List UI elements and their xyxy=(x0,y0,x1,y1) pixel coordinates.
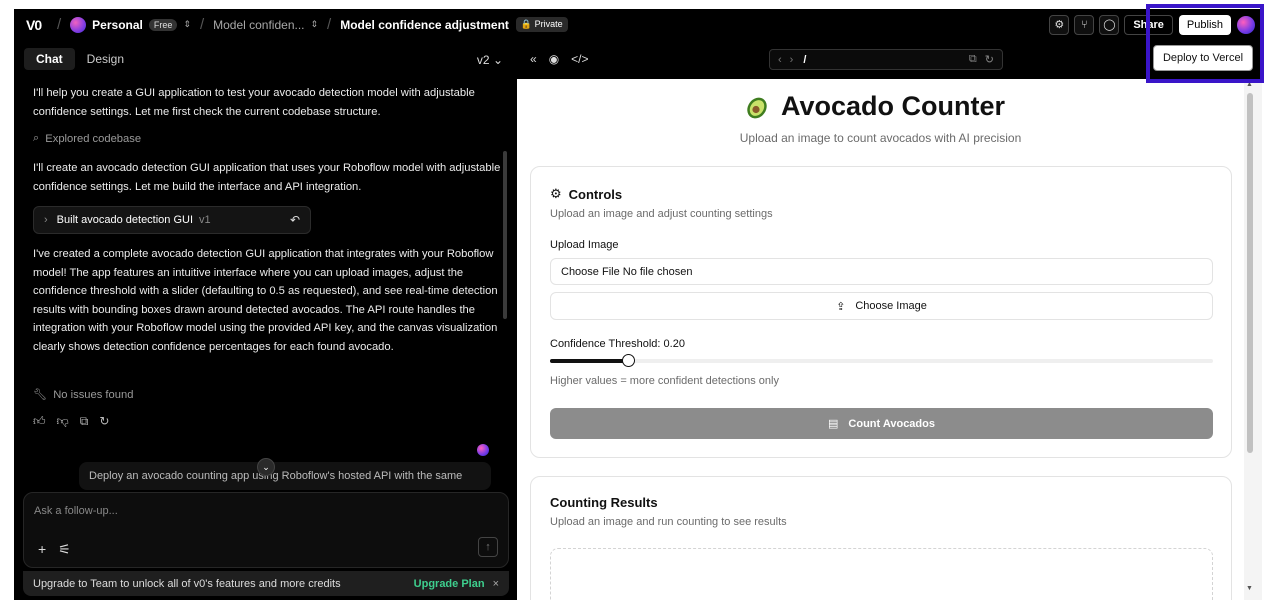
count-avocados-button[interactable]: ▤ Count Avocados xyxy=(550,408,1213,439)
refresh-icon[interactable]: ↻ xyxy=(985,53,994,66)
chat-scrollbar[interactable] xyxy=(503,151,507,319)
collapse-panel-icon[interactable]: « xyxy=(530,52,537,66)
v0-logo[interactable]: V0 xyxy=(26,17,48,33)
file-input[interactable]: Choose File No file chosen xyxy=(550,258,1213,285)
results-title: Counting Results xyxy=(550,495,658,510)
scroll-down-button[interactable]: ⌄ xyxy=(257,458,275,476)
threshold-hint: Higher values = more confident detection… xyxy=(550,375,779,387)
choose-image-label: Choose Image xyxy=(855,300,927,312)
upload-label: Upload Image xyxy=(550,239,619,251)
breadcrumb-separator: / xyxy=(199,16,205,33)
version-card-title: Built avocado detection GUI xyxy=(56,214,194,226)
thumbs-down-icon[interactable]: 👎︎ xyxy=(57,414,69,429)
message-actions: 👍︎ 👎︎ ⧉ ↻ xyxy=(33,414,109,429)
project-switcher-icon[interactable]: ⇕ xyxy=(311,19,319,30)
chat-title[interactable]: Model confidence adjustment xyxy=(340,18,509,32)
wrench-icon: 🔧︎ xyxy=(33,389,48,401)
scroll-down-icon[interactable]: ▼ xyxy=(1246,585,1253,592)
tab-chat[interactable]: Chat xyxy=(24,48,75,70)
url-path[interactable]: / xyxy=(803,54,806,66)
close-icon[interactable]: × xyxy=(493,578,499,590)
app-title-text: Avocado Counter xyxy=(781,91,1006,121)
gear-icon: ⚙ xyxy=(550,186,562,201)
upgrade-banner: Upgrade to Team to unlock all of v0's fe… xyxy=(23,571,509,596)
publish-tooltip: Deploy to Vercel xyxy=(1153,45,1253,71)
search-icon: ⌕ xyxy=(33,132,40,144)
settings-sliders-icon[interactable]: ⚟ xyxy=(58,541,71,558)
top-bar: V0 / Personal Free ⇕ / Model confiden...… xyxy=(14,9,1262,40)
results-dropzone xyxy=(550,548,1213,600)
file-icon: ▤ xyxy=(828,418,839,430)
publish-highlight xyxy=(1146,4,1264,83)
assistant-message-intro: I'll help you create a GUI application t… xyxy=(33,87,475,118)
team-switcher-icon[interactable]: ⇕ xyxy=(183,19,191,30)
no-issues: 🔧︎ No issues found xyxy=(33,388,134,402)
composer-tools: + ⚟ xyxy=(38,541,71,558)
chat-panel: Chat Design v2 ⌄ I'll help you create a … xyxy=(14,40,517,600)
plan-badge: Free xyxy=(148,18,178,31)
project-crumb[interactable]: Model confiden... xyxy=(213,18,304,32)
preview-scroll-thumb[interactable] xyxy=(1247,93,1253,453)
breadcrumb-separator: / xyxy=(57,16,62,33)
back-icon[interactable]: ‹ xyxy=(778,54,782,66)
forward-icon[interactable]: › xyxy=(790,54,794,66)
slider-fill xyxy=(550,359,629,363)
restore-icon[interactable]: ↶ xyxy=(290,213,300,227)
preview-url-bar[interactable]: ‹ › / ⧉ ↻ xyxy=(769,49,1003,70)
threshold-label: Confidence Threshold: 0.20 xyxy=(550,338,685,350)
preview-tools: « ◉ </> xyxy=(530,52,589,66)
settings-icon[interactable]: ⚙ xyxy=(1049,14,1070,35)
assistant-message-summary: I've created a complete avocado detectio… xyxy=(33,248,498,353)
chat-composer[interactable]: Ask a follow-up... + ⚟ ↑ xyxy=(23,492,509,568)
version-card-tag: v1 xyxy=(199,214,211,226)
chevron-right-icon: › xyxy=(44,214,48,226)
open-external-icon[interactable]: ⧉ xyxy=(969,53,977,66)
controls-title: ⚙ Controls xyxy=(550,186,622,202)
app-preview: Avocado Counter Upload an image to count… xyxy=(517,79,1244,600)
app-title: Avocado Counter xyxy=(743,91,1005,122)
upload-icon: ⇪ xyxy=(836,300,846,313)
plus-icon[interactable]: + xyxy=(38,541,46,558)
slider-thumb[interactable] xyxy=(622,354,636,367)
avocado-icon xyxy=(747,97,767,118)
app-subtitle: Upload an image to count avocados with A… xyxy=(739,131,1022,145)
git-branch-icon[interactable]: ⑂ xyxy=(1074,14,1095,35)
code-icon[interactable]: </> xyxy=(571,52,588,66)
assistant-message-plan: I'll create an avocado detection GUI app… xyxy=(33,162,501,193)
user-message-avatar xyxy=(477,444,489,456)
explored-label: Explored codebase xyxy=(45,132,142,145)
visibility-label: Private xyxy=(534,19,563,29)
confidence-slider[interactable] xyxy=(550,354,1213,367)
no-issues-label: No issues found xyxy=(53,388,134,401)
copy-icon[interactable]: ⧉ xyxy=(80,414,89,429)
version-selector[interactable]: v2 ⌄ xyxy=(477,53,503,67)
version-label: v2 xyxy=(476,53,490,67)
composer-input[interactable]: Ask a follow-up... xyxy=(34,505,118,517)
breadcrumb-separator: / xyxy=(327,16,332,33)
controls-title-text: Controls xyxy=(568,186,623,202)
upgrade-plan-link[interactable]: Upgrade Plan xyxy=(414,578,485,590)
team-avatar xyxy=(70,16,87,33)
version-card[interactable]: › Built avocado detection GUI v1 ↶ xyxy=(33,206,311,234)
send-button[interactable]: ↑ xyxy=(478,537,498,557)
explored-codebase[interactable]: ⌕ Explored codebase xyxy=(33,132,141,145)
preview-eye-icon[interactable]: ◉ xyxy=(549,52,559,66)
panel-tabs: Chat Design xyxy=(14,40,517,78)
controls-card: ⚙ Controls Upload an image and adjust co… xyxy=(530,166,1232,458)
github-icon[interactable]: ◯ xyxy=(1099,14,1120,35)
choose-image-button[interactable]: ⇪ Choose Image xyxy=(550,292,1213,320)
controls-desc: Upload an image and adjust counting sett… xyxy=(550,208,773,220)
team-name[interactable]: Personal xyxy=(92,18,143,32)
tab-design[interactable]: Design xyxy=(75,48,136,70)
upgrade-text: Upgrade to Team to unlock all of v0's fe… xyxy=(33,577,341,590)
thumbs-up-icon[interactable]: 👍︎ xyxy=(33,414,46,429)
results-card: Counting Results Upload an image and run… xyxy=(530,476,1232,600)
user-message-pending: Deploy an avocado counting app using Rob… xyxy=(79,462,491,490)
results-desc: Upload an image and run counting to see … xyxy=(550,516,787,528)
retry-icon[interactable]: ↻ xyxy=(99,414,109,429)
count-avocados-label: Count Avocados xyxy=(848,417,935,430)
visibility-badge[interactable]: 🔒 Private xyxy=(515,17,568,32)
